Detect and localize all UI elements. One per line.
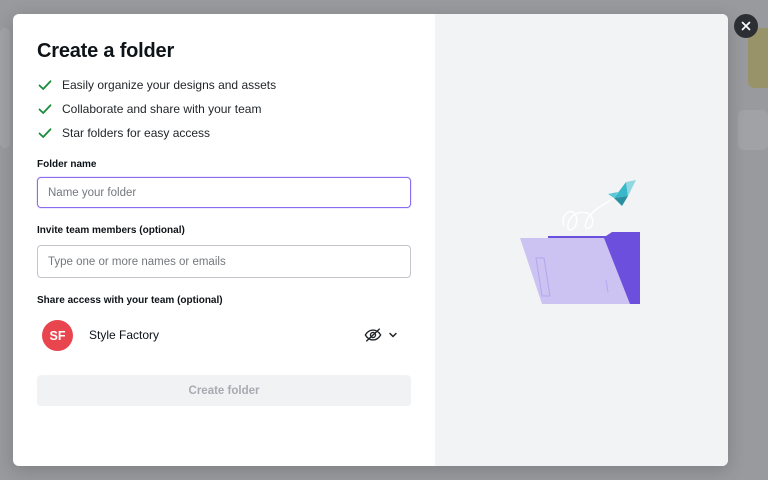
eye-hidden-icon: [364, 328, 382, 342]
checkmark-icon: [38, 104, 52, 114]
folder-name-input[interactable]: [37, 177, 411, 208]
dialog-title: Create a folder: [37, 40, 175, 62]
team-share-row: SF Style Factory: [42, 318, 412, 352]
feature-text: Easily organize your designs and assets: [62, 78, 277, 92]
close-button[interactable]: [734, 14, 758, 38]
invite-members-label: Invite team members (optional): [37, 225, 185, 236]
feature-text: Star folders for easy access: [62, 126, 211, 140]
team-name: Style Factory: [89, 328, 160, 342]
access-dropdown[interactable]: [364, 325, 404, 345]
feature-item: Star folders for easy access: [37, 124, 210, 142]
chevron-down-icon: [389, 332, 397, 338]
folder-illustration: [520, 180, 640, 304]
create-folder-button[interactable]: Create folder: [37, 375, 411, 406]
dialog-form-pane: Create a folder Easily organize your des…: [13, 14, 435, 466]
checkmark-icon: [38, 128, 52, 138]
invite-members-input[interactable]: [37, 245, 411, 278]
feature-item: Collaborate and share with your team: [37, 100, 261, 118]
close-icon: [741, 21, 751, 31]
folder-name-label: Folder name: [37, 159, 97, 170]
share-access-label: Share access with your team (optional): [37, 295, 223, 306]
feature-text: Collaborate and share with your team: [62, 102, 262, 116]
feature-item: Easily organize your designs and assets: [37, 76, 276, 94]
team-avatar: SF: [42, 320, 73, 351]
checkmark-icon: [38, 80, 52, 90]
